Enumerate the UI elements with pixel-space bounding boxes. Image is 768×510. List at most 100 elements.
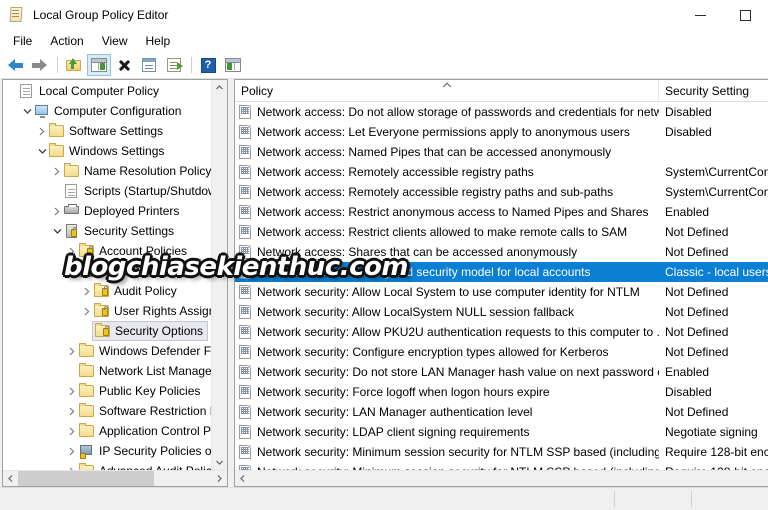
tree-item-content[interactable]: Windows Defender Fir bbox=[79, 343, 211, 359]
scroll-down-icon[interactable] bbox=[212, 455, 227, 470]
tree-item-content[interactable]: Network List Manager bbox=[79, 363, 211, 379]
chevron-right-icon[interactable] bbox=[65, 347, 79, 356]
tree-item-windows-settings[interactable]: Windows Settings bbox=[3, 141, 211, 161]
chevron-right-icon[interactable] bbox=[50, 207, 64, 216]
tree-item-content[interactable]: Computer Configuration bbox=[34, 103, 181, 119]
tree-item-software-restriction-p[interactable]: Software Restriction P bbox=[3, 401, 211, 421]
tree-item-advanced-audit-policy[interactable]: Advanced Audit Policy bbox=[3, 461, 211, 470]
export-list-button[interactable] bbox=[162, 54, 186, 76]
back-button[interactable] bbox=[3, 54, 27, 76]
menu-file[interactable]: File bbox=[4, 31, 41, 51]
tree-item-computer-configuration[interactable]: Computer Configuration bbox=[3, 101, 211, 121]
chevron-right-icon[interactable] bbox=[65, 447, 79, 456]
tree-item-content[interactable]: Audit Policy bbox=[94, 283, 177, 299]
table-row[interactable]: Network access: Remotely accessible regi… bbox=[235, 182, 768, 202]
menu-action[interactable]: Action bbox=[41, 31, 92, 51]
delete-button[interactable] bbox=[112, 54, 136, 76]
chevron-down-icon[interactable] bbox=[20, 108, 34, 114]
tree-item-content[interactable]: Name Resolution Policy bbox=[64, 163, 211, 179]
tree-item-content[interactable]: Account Policies bbox=[79, 243, 187, 259]
table-row[interactable]: Network access: Restrict clients allowed… bbox=[235, 222, 768, 242]
table-row[interactable]: Network security: Allow LocalSystem NULL… bbox=[235, 302, 768, 322]
tree-item-scripts-startup-shutdown[interactable]: Scripts (Startup/Shutdown bbox=[3, 181, 211, 201]
tree-item-local-policies[interactable]: Local Policies bbox=[3, 261, 211, 281]
scroll-left-icon[interactable] bbox=[235, 471, 250, 486]
tree-item-audit-policy[interactable]: Audit Policy bbox=[3, 281, 211, 301]
tree-item-application-control-po[interactable]: Application Control Po bbox=[3, 421, 211, 441]
forward-button[interactable] bbox=[28, 54, 52, 76]
list-horizontal-scrollbar[interactable] bbox=[235, 470, 768, 486]
table-row[interactable]: Network access: Do not allow storage of … bbox=[235, 102, 768, 122]
column-header-security-setting[interactable]: Security Setting bbox=[659, 80, 768, 101]
tree-item-user-rights-assign[interactable]: User Rights Assign bbox=[3, 301, 211, 321]
table-row[interactable]: Network access: Let Everyone permissions… bbox=[235, 122, 768, 142]
tree-item-content[interactable]: Scripts (Startup/Shutdown bbox=[64, 183, 211, 199]
menu-help[interactable]: Help bbox=[137, 31, 180, 51]
tree-item-content[interactable]: Public Key Policies bbox=[79, 383, 200, 399]
table-row[interactable]: Network security: Allow Local System to … bbox=[235, 282, 768, 302]
maximize-button[interactable] bbox=[723, 0, 768, 30]
table-row[interactable]: Network security: Do not store LAN Manag… bbox=[235, 362, 768, 382]
tree-item-content[interactable]: Software Settings bbox=[49, 123, 163, 139]
table-row[interactable]: Network security: Force logoff when logo… bbox=[235, 382, 768, 402]
table-row[interactable]: Network security: Configure encryption t… bbox=[235, 342, 768, 362]
tree-item-local-computer-policy[interactable]: Local Computer Policy bbox=[3, 81, 211, 101]
chevron-down-icon[interactable] bbox=[65, 268, 79, 274]
chevron-right-icon[interactable] bbox=[65, 427, 79, 436]
chevron-right-icon[interactable] bbox=[80, 307, 94, 316]
show-hide-console-tree-button[interactable] bbox=[87, 54, 111, 76]
table-row[interactable]: Network access: Restrict anonymous acces… bbox=[235, 202, 768, 222]
tree-item-content[interactable]: Local Policies bbox=[79, 263, 172, 279]
tree-item-deployed-printers[interactable]: Deployed Printers bbox=[3, 201, 211, 221]
minimize-button[interactable] bbox=[678, 0, 723, 30]
tree-item-security-options[interactable]: Security Options bbox=[3, 321, 211, 341]
tree-item-content[interactable]: Local Computer Policy bbox=[19, 83, 159, 99]
menu-view[interactable]: View bbox=[93, 31, 137, 51]
chevron-right-icon[interactable] bbox=[65, 407, 79, 416]
tree-item-content[interactable]: Windows Settings bbox=[49, 143, 164, 159]
policy-list[interactable]: Network access: Do not allow storage of … bbox=[235, 102, 768, 470]
scroll-up-icon[interactable] bbox=[212, 80, 227, 95]
tree-item-content[interactable]: Advanced Audit Policy bbox=[79, 463, 211, 470]
tree-item-network-list-manager[interactable]: Network List Manager bbox=[3, 361, 211, 381]
scroll-left-icon[interactable] bbox=[3, 471, 18, 486]
tree-item-content[interactable]: Security Settings bbox=[64, 223, 174, 239]
console-tree[interactable]: Local Computer Policy Computer Configurat… bbox=[3, 80, 211, 470]
tree-vertical-scrollbar[interactable] bbox=[211, 80, 227, 470]
tree-item-name-resolution-policy[interactable]: Name Resolution Policy bbox=[3, 161, 211, 181]
table-row[interactable]: Network access: Sharing and security mod… bbox=[235, 262, 768, 282]
tree-item-content[interactable]: Software Restriction P bbox=[79, 403, 211, 419]
tree-item-ip-security-policies-on[interactable]: IP Security Policies on bbox=[3, 441, 211, 461]
tree-item-content[interactable]: User Rights Assign bbox=[94, 303, 211, 319]
list-hscroll-track[interactable] bbox=[250, 471, 768, 486]
table-row[interactable]: Network security: LAN Manager authentica… bbox=[235, 402, 768, 422]
tree-item-content[interactable]: Security Options bbox=[92, 321, 209, 341]
column-header-policy[interactable]: Policy bbox=[235, 80, 659, 101]
tree-item-public-key-policies[interactable]: Public Key Policies bbox=[3, 381, 211, 401]
tree-item-software-settings[interactable]: Software Settings bbox=[3, 121, 211, 141]
table-row[interactable]: Network security: Allow PKU2U authentica… bbox=[235, 322, 768, 342]
table-row[interactable]: Network access: Shares that can be acces… bbox=[235, 242, 768, 262]
tree-item-content[interactable]: Application Control Po bbox=[79, 423, 211, 439]
table-row[interactable]: Network security: Minimum session securi… bbox=[235, 462, 768, 470]
tree-horizontal-scrollbar[interactable] bbox=[3, 470, 227, 486]
chevron-down-icon[interactable] bbox=[50, 228, 64, 234]
scroll-right-icon[interactable] bbox=[212, 471, 227, 486]
tree-item-windows-defender-fir[interactable]: Windows Defender Fir bbox=[3, 341, 211, 361]
chevron-right-icon[interactable] bbox=[80, 287, 94, 296]
table-row[interactable]: Network access: Remotely accessible regi… bbox=[235, 162, 768, 182]
filter-button[interactable] bbox=[221, 54, 245, 76]
chevron-right-icon[interactable] bbox=[50, 167, 64, 176]
table-row[interactable]: Network security: Minimum session securi… bbox=[235, 442, 768, 462]
help-button[interactable]: ? bbox=[196, 54, 220, 76]
chevron-right-icon[interactable] bbox=[35, 127, 49, 136]
tree-item-content[interactable]: Deployed Printers bbox=[64, 203, 179, 219]
tree-item-content[interactable]: IP Security Policies on bbox=[79, 443, 211, 459]
tree-item-account-policies[interactable]: Account Policies bbox=[3, 241, 211, 261]
up-one-level-button[interactable] bbox=[62, 54, 86, 76]
chevron-down-icon[interactable] bbox=[35, 148, 49, 154]
chevron-right-icon[interactable] bbox=[65, 247, 79, 256]
table-row[interactable]: Network access: Named Pipes that can be … bbox=[235, 142, 768, 162]
chevron-right-icon[interactable] bbox=[65, 387, 79, 396]
table-row[interactable]: Network security: LDAP client signing re… bbox=[235, 422, 768, 442]
